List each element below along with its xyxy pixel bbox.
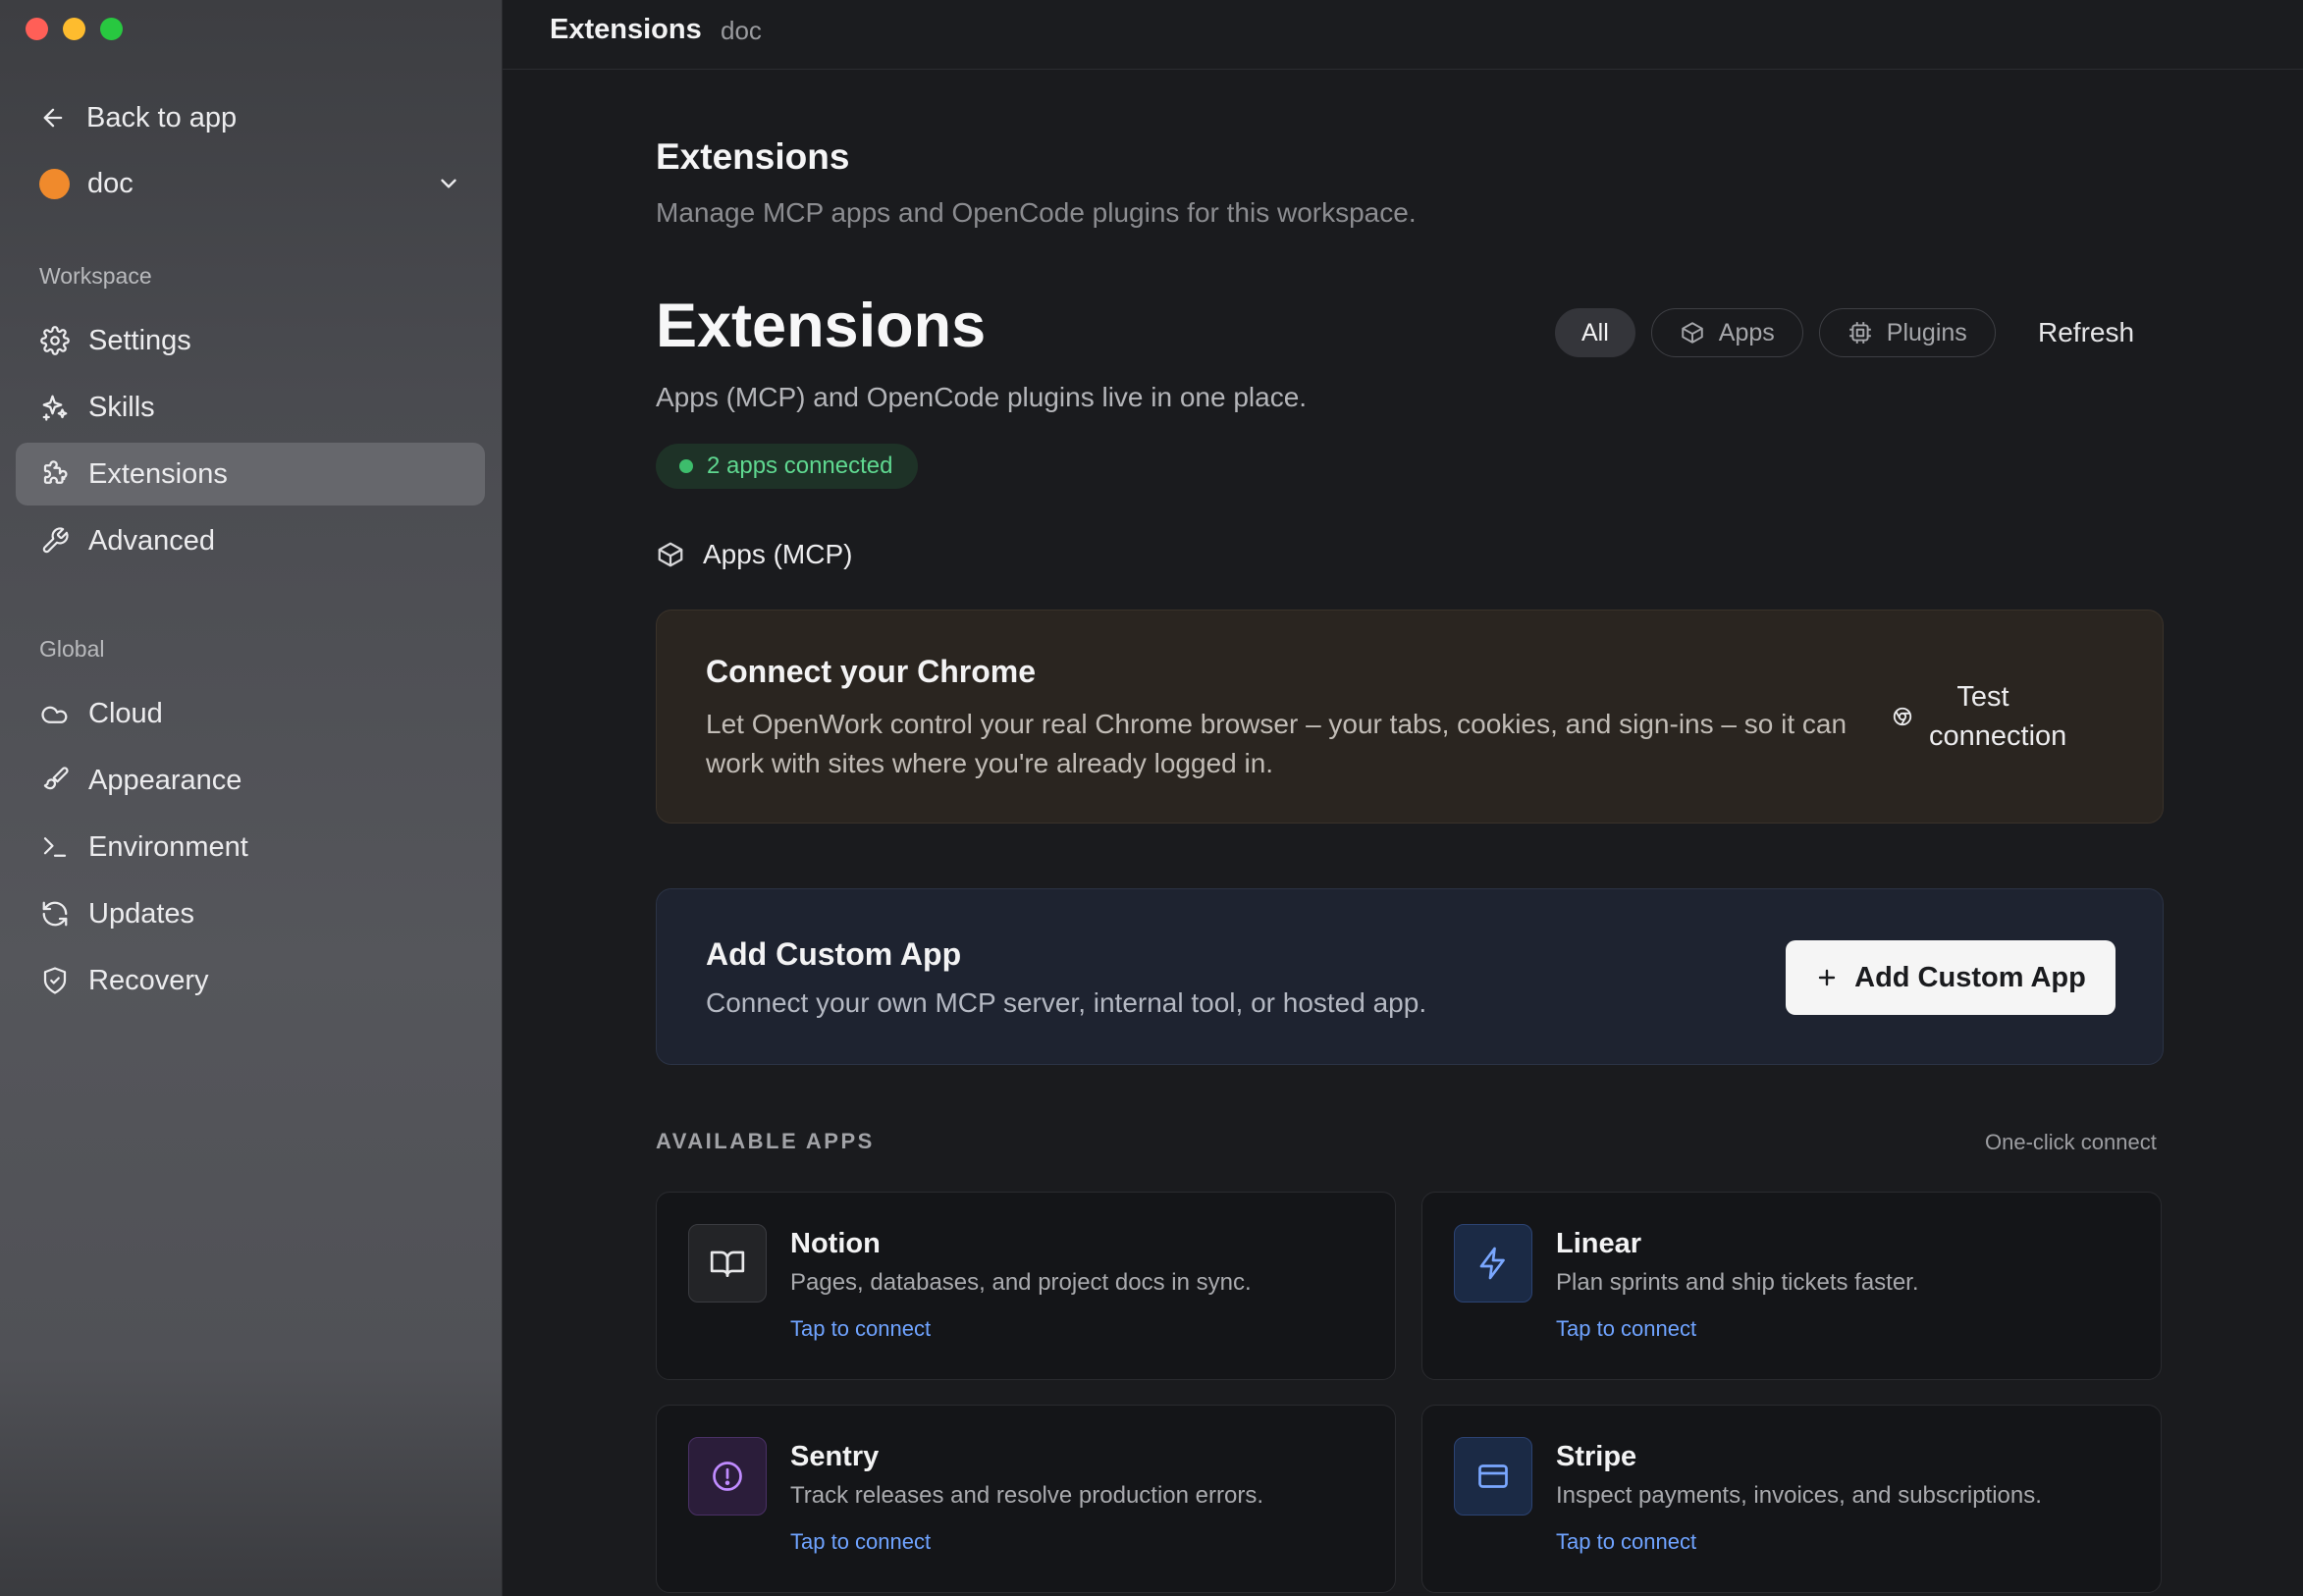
test-connection-label: Test connection	[1929, 681, 2067, 752]
page-subtitle: Manage MCP apps and OpenCode plugins for…	[656, 197, 1417, 228]
filter-all[interactable]: All	[1555, 308, 1635, 357]
workspace-name: doc	[87, 167, 134, 199]
topbar-workspace: doc	[721, 16, 762, 45]
add-custom-app-button[interactable]: Add Custom App	[1786, 940, 2116, 1015]
connect-chrome-card: Connect your Chrome Let OpenWork control…	[656, 610, 2164, 824]
chevron-down-icon	[436, 171, 461, 196]
app-name: Linear	[1556, 1228, 1642, 1259]
app-description: Plan sprints and ship tickets faster.	[1556, 1269, 1919, 1296]
sidebar-item-label: Cloud	[88, 697, 163, 729]
add-custom-app-card: Add Custom App Connect your own MCP serv…	[656, 888, 2164, 1065]
wrench-icon	[39, 525, 71, 557]
chrome-card-title: Connect your Chrome	[706, 654, 1037, 689]
refresh-button[interactable]: Refresh	[2038, 317, 2134, 348]
cpu-icon	[1848, 320, 1873, 346]
plus-icon	[1815, 966, 1839, 989]
app-name: Stripe	[1556, 1441, 1637, 1472]
filter-tabs: All Apps Plugins	[1555, 308, 1996, 357]
sidebar-item-label: Advanced	[88, 524, 215, 557]
sidebar-item-label: Updates	[88, 897, 195, 930]
page-title: Extensions	[656, 136, 850, 177]
gear-icon	[39, 325, 71, 356]
extensions-heading: Extensions	[656, 292, 987, 360]
sidebar-item-advanced[interactable]: Advanced	[16, 509, 485, 572]
sidebar-item-label: Settings	[88, 324, 191, 356]
sidebar-item-environment[interactable]: Environment	[16, 816, 485, 878]
available-apps-label: AVAILABLE APPS	[656, 1129, 875, 1153]
maximize-window-button[interactable]	[100, 18, 123, 40]
sidebar-item-label: Extensions	[88, 457, 228, 490]
workspace-avatar	[39, 168, 70, 199]
app-card-sentry[interactable]: Sentry Track releases and resolve produc…	[656, 1405, 1396, 1593]
minimize-window-button[interactable]	[63, 18, 85, 40]
arrow-left-icon	[39, 104, 67, 132]
window-controls	[26, 18, 123, 40]
sidebar-item-cloud[interactable]: Cloud	[16, 682, 485, 745]
sidebar-item-appearance[interactable]: Appearance	[16, 749, 485, 812]
tap-to-connect-link[interactable]: Tap to connect	[1556, 1316, 1696, 1342]
app-description: Pages, databases, and project docs in sy…	[790, 1269, 1252, 1296]
app-description: Inspect payments, invoices, and subscrip…	[1556, 1482, 2042, 1509]
top-bar: Extensions doc	[503, 0, 2303, 70]
sidebar: Back to app doc Workspace Settings Skill…	[0, 0, 503, 1596]
app-card-linear[interactable]: Linear Plan sprints and ship tickets fas…	[1421, 1192, 2162, 1380]
terminal-icon	[39, 831, 71, 863]
status-badge: 2 apps connected	[656, 444, 919, 489]
filter-apps[interactable]: Apps	[1650, 308, 1803, 357]
bolt-icon	[1454, 1224, 1532, 1303]
sidebar-item-recovery[interactable]: Recovery	[16, 949, 485, 1012]
tap-to-connect-link[interactable]: Tap to connect	[1556, 1529, 1696, 1555]
app-name: Notion	[790, 1228, 881, 1259]
filter-all-label: All	[1581, 318, 1609, 346]
one-click-hint: One-click connect	[1985, 1130, 2157, 1154]
sidebar-item-label: Recovery	[88, 964, 209, 996]
status-text: 2 apps connected	[707, 452, 893, 479]
shield-check-icon	[39, 965, 71, 996]
back-to-app-label: Back to app	[86, 101, 238, 133]
add-custom-app-label: Add Custom App	[1854, 961, 2086, 993]
workspace-selector[interactable]: doc	[39, 162, 461, 205]
sidebar-item-updates[interactable]: Updates	[16, 882, 485, 945]
credit-card-icon	[1454, 1437, 1532, 1516]
chrome-icon	[1892, 706, 1913, 727]
sparkles-icon	[39, 392, 71, 423]
box-icon	[1680, 320, 1705, 346]
status-dot	[679, 459, 693, 473]
workspace-section-label: Workspace	[39, 263, 152, 289]
close-window-button[interactable]	[26, 18, 48, 40]
sidebar-item-label: Skills	[88, 391, 155, 423]
custom-card-title: Add Custom App	[706, 936, 962, 972]
sidebar-item-extensions[interactable]: Extensions	[16, 443, 485, 505]
apps-section-title: Apps (MCP)	[703, 539, 853, 569]
global-section-label: Global	[39, 636, 105, 662]
filter-plugins-label: Plugins	[1886, 318, 1967, 346]
filter-plugins[interactable]: Plugins	[1818, 308, 1996, 357]
sidebar-item-settings[interactable]: Settings	[16, 309, 485, 372]
apps-section-heading: Apps (MCP)	[656, 539, 852, 570]
extensions-subtitle: Apps (MCP) and OpenCode plugins live in …	[656, 382, 1308, 412]
test-connection-button[interactable]: Test connection	[1892, 677, 2067, 756]
sidebar-item-label: Appearance	[88, 764, 242, 796]
chrome-card-description: Let OpenWork control your real Chrome br…	[706, 709, 1848, 778]
app-card-notion[interactable]: Notion Pages, databases, and project doc…	[656, 1192, 1396, 1380]
filter-apps-label: Apps	[1718, 318, 1775, 346]
paintbrush-icon	[39, 765, 71, 796]
book-icon	[688, 1224, 767, 1303]
puzzle-icon	[39, 458, 71, 490]
main-content: Extensions Manage MCP apps and OpenCode …	[503, 70, 2303, 1596]
cloud-icon	[39, 698, 71, 729]
back-to-app-link[interactable]: Back to app	[39, 98, 237, 137]
app-description: Track releases and resolve production er…	[790, 1482, 1263, 1509]
alert-circle-icon	[688, 1437, 767, 1516]
box-icon	[656, 540, 685, 569]
app-name: Sentry	[790, 1441, 880, 1472]
sidebar-item-label: Environment	[88, 830, 248, 863]
custom-card-description: Connect your own MCP server, internal to…	[706, 987, 1427, 1018]
refresh-cw-icon	[39, 898, 71, 930]
tap-to-connect-link[interactable]: Tap to connect	[790, 1316, 931, 1342]
topbar-title: Extensions	[550, 14, 702, 45]
app-card-stripe[interactable]: Stripe Inspect payments, invoices, and s…	[1421, 1405, 2162, 1593]
tap-to-connect-link[interactable]: Tap to connect	[790, 1529, 931, 1555]
sidebar-item-skills[interactable]: Skills	[16, 376, 485, 439]
